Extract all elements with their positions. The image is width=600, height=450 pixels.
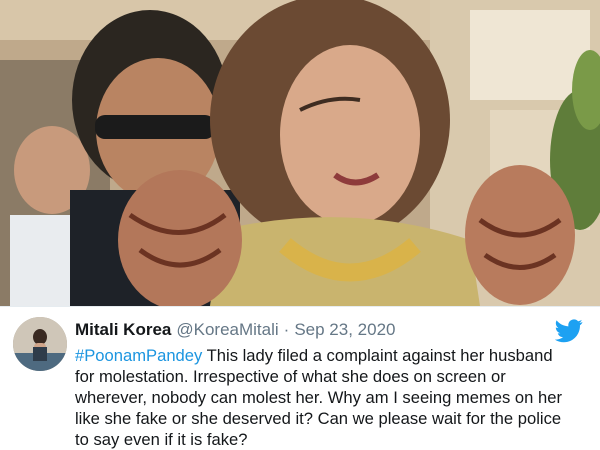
user-handle[interactable]: @KoreaMitali <box>176 319 278 341</box>
tweet-date[interactable]: Sep 23, 2020 <box>294 319 395 341</box>
tweet-line-5: to say even if it is fake? <box>75 430 248 449</box>
tweet-header: Mitali Korea @KoreaMitali · Sep 23, 2020 <box>75 319 545 341</box>
news-photo <box>0 0 600 306</box>
hashtag-link[interactable]: #PoonamPandey <box>75 346 202 365</box>
separator-dot: · <box>283 320 290 339</box>
twitter-bird-shape <box>554 319 583 343</box>
tweet-line-2: for molestation. Irrespective of what sh… <box>75 367 506 386</box>
avatar[interactable] <box>13 317 67 371</box>
display-name[interactable]: Mitali Korea <box>75 319 171 341</box>
tweet-line-1: #PoonamPandey This lady filed a complain… <box>75 345 593 366</box>
avatar-image <box>13 317 67 371</box>
tweet-line-3: wherever, nobody can molest her. Why am … <box>75 388 562 407</box>
tweet-line-4: like she fake or she deserved it? Can we… <box>75 409 562 428</box>
tweet-line-1-text: This lady filed a complaint against her … <box>202 346 553 365</box>
twitter-bird-icon[interactable] <box>554 319 583 343</box>
tweet-text: #PoonamPandey This lady filed a complain… <box>75 345 593 450</box>
photo-illustration <box>0 0 600 306</box>
tweet-card[interactable]: Mitali Korea @KoreaMitali · Sep 23, 2020… <box>0 306 600 450</box>
